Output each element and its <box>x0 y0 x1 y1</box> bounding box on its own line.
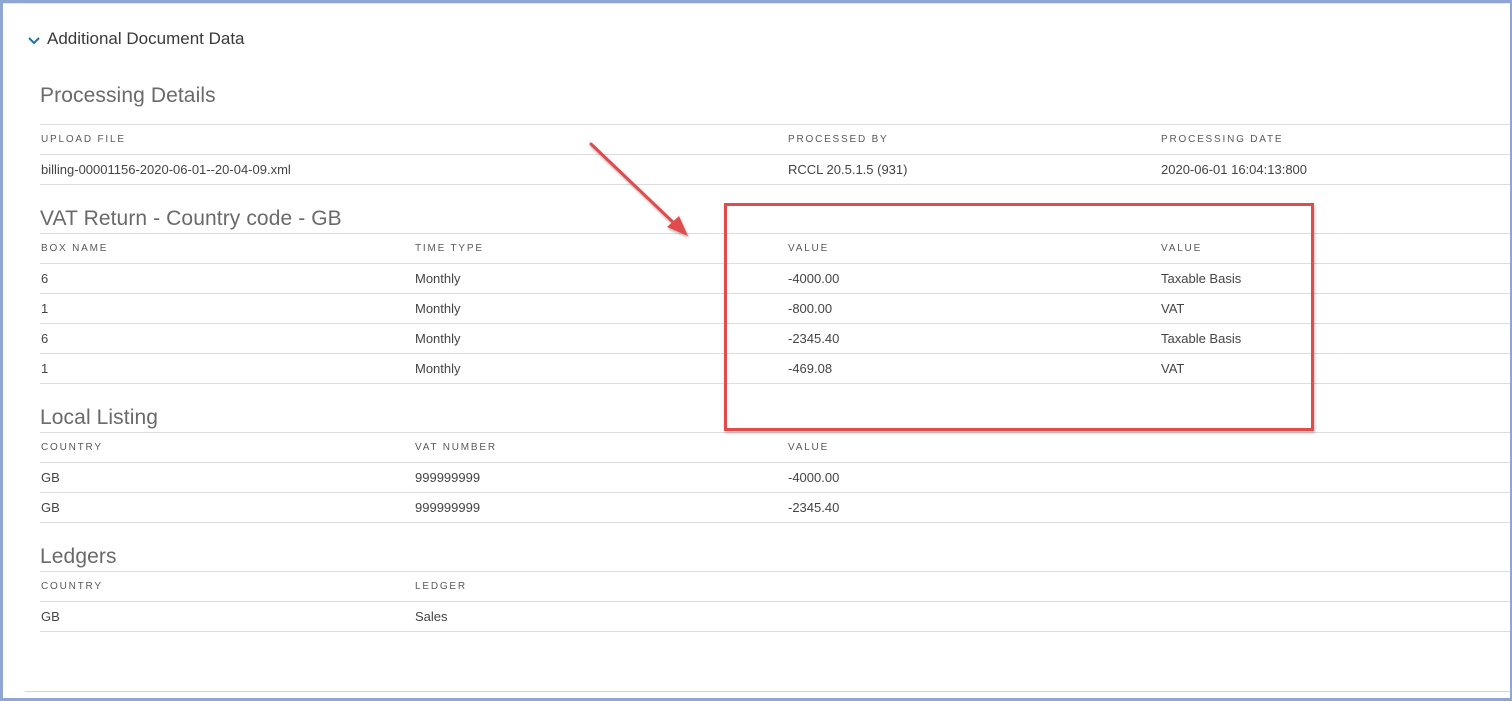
ledger-cell: Sales <box>414 601 787 632</box>
table-row: 1 Monthly -800.00 VAT <box>40 293 1510 324</box>
table-header-row: COUNTRY VAT NUMBER VALUE <box>40 432 1510 463</box>
table-row: 1 Monthly -469.08 VAT <box>40 353 1510 384</box>
document-panel: Additional Document Data Processing Deta… <box>3 3 1510 698</box>
country-cell: GB <box>40 601 414 632</box>
country-cell: GB <box>40 492 414 523</box>
vat-return-table: BOX NAME TIME TYPE VALUE VALUE 6 Monthly… <box>40 233 1510 384</box>
table-row: GB 999999999 -4000.00 <box>40 462 1510 493</box>
column-header <box>414 124 787 155</box>
table-row: 6 Monthly -2345.40 Taxable Basis <box>40 323 1510 354</box>
column-header: VALUE <box>787 432 1160 463</box>
table-cell <box>1160 601 1510 632</box>
time-type-cell: Monthly <box>414 293 787 324</box>
local-listing-table: COUNTRY VAT NUMBER VALUE GB 999999999 -4… <box>40 432 1510 523</box>
table-row: GB Sales <box>40 601 1510 632</box>
value-cell: -4000.00 <box>787 462 1160 493</box>
box-name-cell: 6 <box>40 323 414 354</box>
section-content: Processing Details UPLOAD FILE PROCESSED… <box>40 76 1510 632</box>
processing-details-table: UPLOAD FILE PROCESSED BY PROCESSING DATE… <box>40 124 1510 185</box>
table-header-row: COUNTRY LEDGER <box>40 571 1510 602</box>
table-row: GB 999999999 -2345.40 <box>40 492 1510 523</box>
column-header: TIME TYPE <box>414 233 787 264</box>
column-header <box>1160 432 1510 463</box>
value-cell: -2345.40 <box>787 492 1160 523</box>
table-header-row: UPLOAD FILE PROCESSED BY PROCESSING DATE <box>40 124 1510 155</box>
processing-date-cell: 2020-06-01 16:04:13:800 <box>1160 154 1510 185</box>
value-type-cell: VAT <box>1160 353 1510 384</box>
section-title: Additional Document Data <box>47 29 245 48</box>
value-cell: -2345.40 <box>787 323 1160 354</box>
column-header <box>1160 571 1510 602</box>
chevron-down-icon <box>28 37 40 45</box>
vat-number-cell: 999999999 <box>414 462 787 493</box>
ledgers-table: COUNTRY LEDGER GB Sales <box>40 571 1510 632</box>
country-cell: GB <box>40 462 414 493</box>
value-cell: -4000.00 <box>787 263 1160 294</box>
value-type-cell: VAT <box>1160 293 1510 324</box>
table-cell <box>1160 462 1510 493</box>
column-header: VALUE <box>787 233 1160 264</box>
processed-by-cell: RCCL 20.5.1.5 (931) <box>787 154 1160 185</box>
column-header: PROCESSED BY <box>787 124 1160 155</box>
value-cell: -800.00 <box>787 293 1160 324</box>
section-divider <box>25 691 1510 692</box>
table-cell <box>414 154 787 185</box>
time-type-cell: Monthly <box>414 323 787 354</box>
value-cell: -469.08 <box>787 353 1160 384</box>
column-header: PROCESSING DATE <box>1160 124 1510 155</box>
processing-details-title: Processing Details <box>40 84 216 107</box>
time-type-cell: Monthly <box>414 263 787 294</box>
table-cell <box>1160 492 1510 523</box>
box-name-cell: 6 <box>40 263 414 294</box>
additional-document-data-toggle[interactable]: Additional Document Data <box>27 26 245 52</box>
vat-number-cell: 999999999 <box>414 492 787 523</box>
box-name-cell: 1 <box>40 353 414 384</box>
value-type-cell: Taxable Basis <box>1160 263 1510 294</box>
table-row: billing-00001156-2020-06-01--20-04-09.xm… <box>40 154 1510 185</box>
box-name-cell: 1 <box>40 293 414 324</box>
upload-file-cell: billing-00001156-2020-06-01--20-04-09.xm… <box>40 154 414 185</box>
column-header: VAT NUMBER <box>414 432 787 463</box>
table-row: 6 Monthly -4000.00 Taxable Basis <box>40 263 1510 294</box>
table-cell <box>787 601 1160 632</box>
value-type-cell: Taxable Basis <box>1160 323 1510 354</box>
column-header: LEDGER <box>414 571 787 602</box>
column-header: VALUE <box>1160 233 1510 264</box>
column-header: UPLOAD FILE <box>40 124 414 155</box>
column-header <box>787 571 1160 602</box>
time-type-cell: Monthly <box>414 353 787 384</box>
